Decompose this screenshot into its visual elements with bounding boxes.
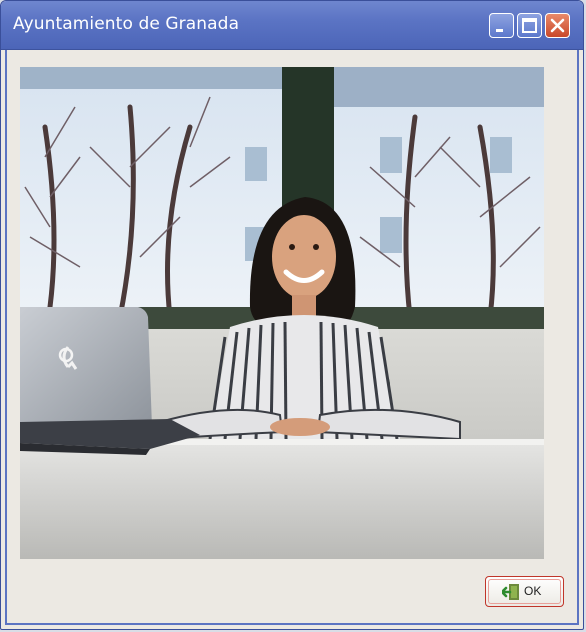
ok-button[interactable]: OK xyxy=(485,576,564,607)
exit-door-green-arrow-icon xyxy=(502,584,519,600)
close-icon xyxy=(550,18,565,33)
minimize-icon xyxy=(496,29,503,32)
dialog-window: Ayuntamiento de Granada OK xyxy=(0,0,584,630)
ok-button-label: OK xyxy=(524,584,542,598)
title-bar[interactable]: Ayuntamiento de Granada xyxy=(1,1,583,50)
maximize-icon xyxy=(522,18,537,33)
maximize-button[interactable] xyxy=(517,13,542,38)
window-title: Ayuntamiento de Granada xyxy=(13,14,240,34)
close-button[interactable] xyxy=(545,13,570,38)
minimize-button[interactable] xyxy=(489,13,514,38)
office-photo xyxy=(20,67,544,559)
